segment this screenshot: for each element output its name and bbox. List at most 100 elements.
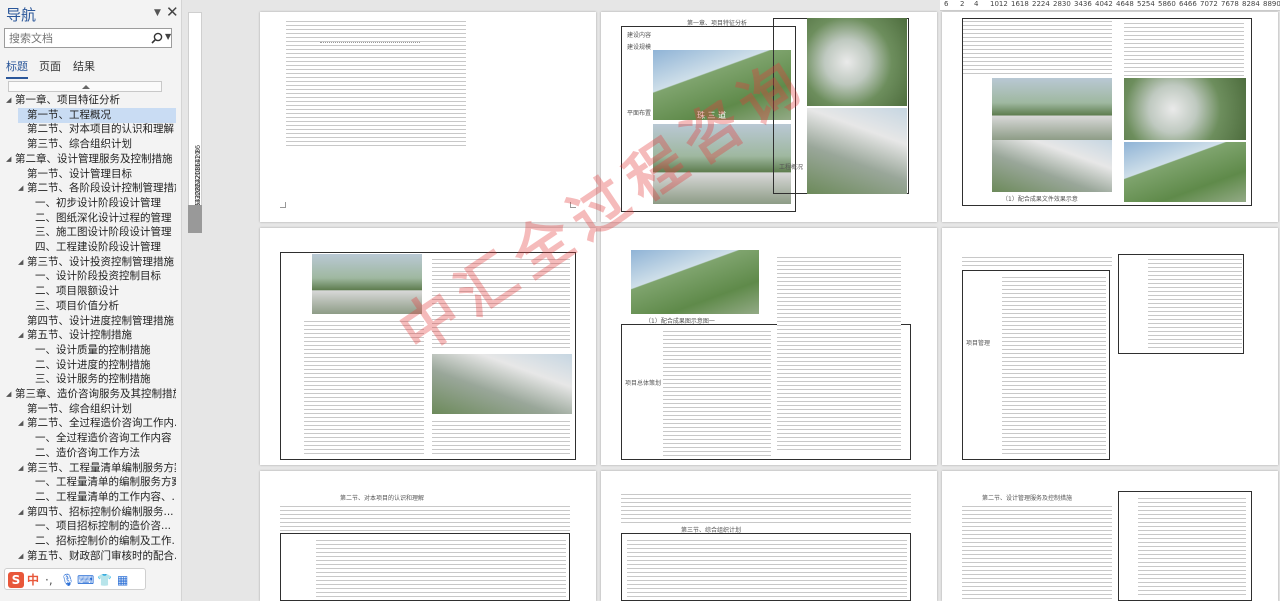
ruler-number: 4648 <box>1116 0 1134 8</box>
body-text <box>1002 274 1106 456</box>
section-heading: 第二节、设计管理服务及控制措施 <box>982 495 1073 502</box>
search-input[interactable] <box>5 29 145 47</box>
tab-headings[interactable]: 标题 <box>6 58 28 79</box>
punctuation-icon[interactable]: ·, <box>45 572 53 588</box>
search-icon[interactable] <box>151 32 163 44</box>
expand-arrow-icon[interactable]: ◢ <box>18 549 27 564</box>
body-text <box>663 328 771 456</box>
nav-heading-label: 第一章、项目特征分析 <box>15 94 120 106</box>
nav-heading-item[interactable]: 第二节、对本项目的认识和理解 <box>18 122 176 137</box>
nav-heading-item[interactable]: ◢ 第三节、工程量清单编制服务方案 <box>18 461 176 476</box>
scroll-up-button[interactable] <box>8 81 162 92</box>
nav-heading-label: 第一节、设计管理目标 <box>27 167 132 180</box>
nav-heading-item[interactable]: 三、项目价值分析 <box>26 299 176 314</box>
nav-heading-item[interactable]: 二、图纸深化设计过程的管理 <box>26 211 176 226</box>
nav-heading-label: 一、全过程造价咨询工作内容 <box>35 432 172 445</box>
nav-heading-label: 一、工程量清单的编制服务方案 <box>35 476 176 489</box>
expand-arrow-icon[interactable]: ◢ <box>18 181 27 196</box>
ruler-number: 5860 <box>1158 0 1176 8</box>
expand-arrow-icon[interactable]: ◢ <box>6 152 15 167</box>
toolbox-icon[interactable]: ▦ <box>117 572 128 588</box>
microphone-icon[interactable]: 🎙 <box>60 572 75 588</box>
page-8[interactable]: 第三节、综合组织计划 <box>601 471 937 601</box>
nav-heading-item[interactable]: 一、初步设计阶段设计管理 <box>26 196 176 211</box>
ruler-number: 3436 <box>1074 0 1092 8</box>
page-1[interactable] <box>260 12 596 222</box>
tab-pages[interactable]: 页面 <box>39 58 61 74</box>
nav-heading-item[interactable]: 第三节、综合组织计划 <box>18 137 176 152</box>
nav-heading-label: 第一节、综合组织计划 <box>27 402 132 415</box>
expand-arrow-icon[interactable]: ◢ <box>6 387 15 402</box>
tab-results[interactable]: 结果 <box>73 58 95 74</box>
nav-heading-item[interactable]: 一、工程量清单的编制服务方案 <box>26 475 176 490</box>
nav-heading-item[interactable]: ◢ 第二章、设计管理服务及控制措施 <box>6 152 176 167</box>
nav-heading-item[interactable]: ◢ 第四节、招标控制价编制服务... <box>18 505 176 520</box>
nav-tabs: 标题 页面 结果 <box>0 58 182 79</box>
nav-heading-item[interactable]: ◢ 第二节、各阶段设计控制管理措施 <box>18 181 176 196</box>
ruler-number: 8890 <box>1263 0 1280 8</box>
nav-heading-item[interactable]: 第一节、工程概况 <box>18 107 176 123</box>
nav-title: 导航 <box>6 6 37 24</box>
nav-heading-item[interactable]: 第一节、综合组织计划 <box>18 402 176 417</box>
expand-arrow-icon[interactable]: ◢ <box>18 255 27 270</box>
search-box[interactable]: ▼ <box>4 28 172 48</box>
expand-arrow-icon[interactable]: ◢ <box>6 93 15 108</box>
nav-heading-label: 三、项目价值分析 <box>35 299 119 312</box>
body-text <box>962 503 1112 601</box>
map-road-label: 珠 三 道 <box>697 111 727 120</box>
nav-heading-item[interactable]: ◢ 第五节、财政部门审核时的配合... <box>18 549 176 564</box>
page-3[interactable]: （1）配合成果文件效果示意 <box>942 12 1278 222</box>
expand-arrow-icon[interactable]: ◢ <box>18 416 27 431</box>
nav-heading-item[interactable]: 二、招标控制价的编制及工作... <box>26 534 176 549</box>
nav-heading-item[interactable]: 一、设计阶段投资控制目标 <box>26 269 176 284</box>
ime-language-toggle[interactable]: 中 <box>27 572 39 588</box>
nav-heading-item[interactable]: ◢ 第三章、造价咨询服务及其控制措施 <box>6 387 176 402</box>
ime-toolbar[interactable]: S 中 ·, 🎙 ⌨ 👕 ▦ <box>4 568 146 590</box>
expand-arrow-icon[interactable]: ◢ <box>18 505 27 520</box>
ruler-number: 6 <box>944 0 949 8</box>
close-icon[interactable]: ✕ <box>166 3 179 21</box>
nav-heading-item[interactable]: 一、设计质量的控制措施 <box>26 343 176 358</box>
page-corner <box>570 202 576 208</box>
page-9[interactable]: 第二节、设计管理服务及控制措施 <box>942 471 1278 601</box>
page-7[interactable]: 第二节、对本项目的认识和理解 <box>260 471 596 601</box>
ruler-number: 5254 <box>1137 0 1155 8</box>
keyboard-icon[interactable]: ⌨ <box>77 572 94 588</box>
nav-heading-item[interactable]: 二、项目限额设计 <box>26 284 176 299</box>
nav-heading-item[interactable]: 一、项目招标控制的造价咨... <box>26 519 176 534</box>
nav-heading-item[interactable]: ◢ 第一章、项目特征分析 <box>6 93 176 108</box>
nav-heading-label: 二、图纸深化设计过程的管理 <box>35 211 172 224</box>
aerial-render-image <box>653 124 791 204</box>
body-text <box>432 418 570 456</box>
body-text <box>1138 495 1246 597</box>
nav-heading-label: 第二节、全过程造价咨询工作内... <box>27 417 176 430</box>
nav-heading-item[interactable]: 四、工程建设阶段设计管理 <box>26 240 176 255</box>
nav-heading-item[interactable]: 第一节、设计管理目标 <box>18 167 176 182</box>
nav-heading-item[interactable]: 二、造价咨询工作方法 <box>26 446 176 461</box>
ruler-number: 8284 <box>1242 0 1260 8</box>
nav-heading-item[interactable]: ◢ 第五节、设计控制措施 <box>18 328 176 343</box>
nav-heading-item[interactable]: ◢ 第二节、全过程造价咨询工作内... <box>18 416 176 431</box>
page-2[interactable]: 第一章、项目特征分析 建设内容 建设规模 平面布置 珠 三 道 工程概况 <box>601 12 937 222</box>
vertical-ruler: 68101214161820222426283032343638404244 <box>186 0 206 601</box>
nav-heading-item[interactable]: 三、设计服务的控制措施 <box>26 372 176 387</box>
page-5[interactable]: （1）配合成果图示意图一 项目总体策划 <box>601 228 937 465</box>
page-4[interactable] <box>260 228 596 465</box>
body-text <box>777 254 901 450</box>
expand-arrow-icon[interactable]: ◢ <box>18 461 27 476</box>
nav-heading-item[interactable]: 三、施工图设计阶段设计管理 <box>26 225 176 240</box>
nav-heading-label: 三、设计服务的控制措施 <box>35 373 151 386</box>
nav-heading-item[interactable]: 第四节、设计进度控制管理措施 <box>18 314 176 329</box>
nav-options-icon[interactable]: ▼ <box>154 8 161 18</box>
page-6[interactable]: 项目管理 <box>942 228 1278 465</box>
nav-heading-item[interactable]: 二、工程量清单的工作内容、... <box>26 490 176 505</box>
sogou-logo-icon[interactable]: S <box>8 572 24 588</box>
row-label: 工程概况 <box>779 164 804 171</box>
nav-heading-item[interactable]: 二、设计进度的控制措施 <box>26 358 176 373</box>
expand-arrow-icon[interactable]: ◢ <box>18 328 27 343</box>
nav-heading-item[interactable]: 一、全过程造价咨询工作内容 <box>26 431 176 446</box>
skin-icon[interactable]: 👕 <box>97 572 112 588</box>
search-options-icon[interactable]: ▼ <box>165 32 171 41</box>
nav-heading-item[interactable]: ◢ 第三节、设计投资控制管理措施 <box>18 255 176 270</box>
nav-heading-label: 第五节、财政部门审核时的配合... <box>27 549 176 562</box>
